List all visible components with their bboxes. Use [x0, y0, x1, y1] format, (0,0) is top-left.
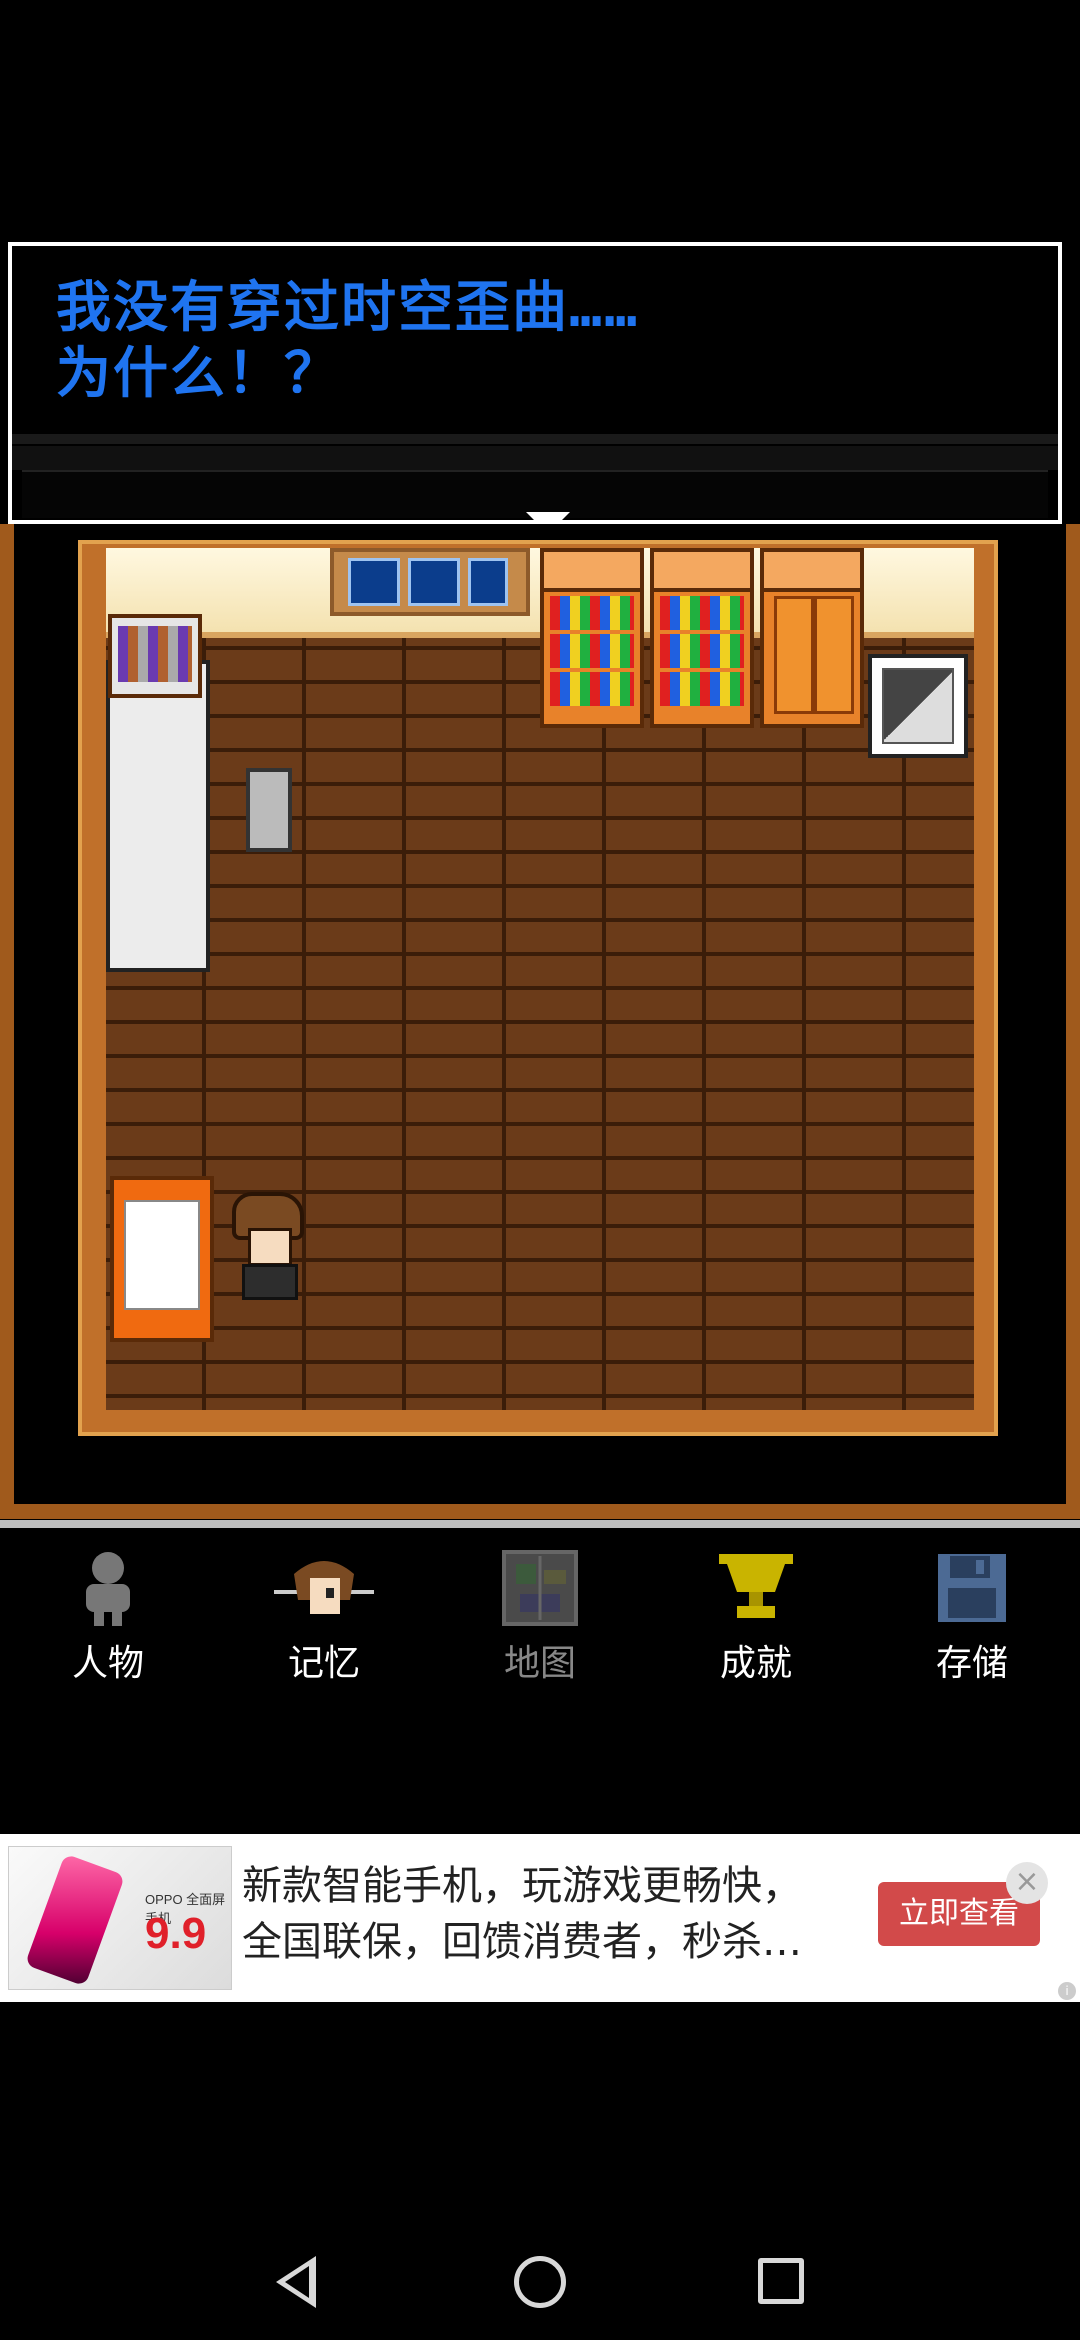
dialog-line-1: 我没有穿过时空歪曲…… — [56, 275, 640, 339]
bookshelf[interactable] — [650, 548, 754, 728]
window-pane — [408, 558, 460, 606]
divider — [0, 1520, 1080, 1528]
menu-character-button[interactable]: 人物 — [38, 1548, 178, 1688]
dialog-box[interactable]: 我没有穿过时空歪曲…… 为什么！？ — [8, 242, 1062, 534]
menu-label: 人物 — [71, 1643, 144, 1684]
book-row — [660, 596, 744, 630]
book-row — [550, 672, 634, 706]
window-pane — [348, 558, 400, 606]
map-icon — [500, 1548, 580, 1628]
book-row — [660, 634, 744, 668]
bookshelf-top — [544, 552, 640, 592]
player-character — [224, 1192, 314, 1302]
menu-label: 记忆 — [287, 1643, 360, 1684]
book-row — [118, 626, 192, 682]
menu-map-button[interactable]: 地图 — [470, 1548, 610, 1688]
recents-icon[interactable] — [758, 2258, 804, 2304]
ad-info-icon[interactable]: i — [1058, 1982, 1076, 2000]
ad-banner[interactable]: OPPO 全面屏手机 9.9 新款智能手机，玩游戏更畅快， 全国联保，回馈消费者… — [0, 1834, 1080, 2002]
bed[interactable] — [110, 1176, 214, 1342]
phone-image — [24, 1853, 126, 1987]
wardrobe-door — [774, 596, 814, 714]
book-row — [660, 672, 744, 706]
player-face — [248, 1228, 292, 1266]
book-row — [550, 596, 634, 630]
ad-text[interactable]: 新款智能手机，玩游戏更畅快， 全国联保，回馈消费者，秒杀… — [242, 1858, 802, 1970]
bookshelf[interactable] — [540, 548, 644, 728]
window-pane — [468, 558, 508, 606]
bed-sheet — [124, 1200, 200, 1310]
bookshelf-top — [654, 552, 750, 592]
ad-line-2: 全国联保，回馈消费者，秒杀… — [242, 1919, 802, 1965]
chair — [246, 768, 292, 852]
memory-icon — [274, 1548, 374, 1628]
stairs[interactable] — [868, 654, 968, 758]
back-icon-inner — [285, 2266, 309, 2298]
dialog-text: 我没有穿过时空歪曲…… 为什么！？ — [56, 274, 639, 406]
wardrobe-top — [764, 552, 860, 592]
stairs-icon — [882, 668, 954, 744]
ad-line-1: 新款智能手机，玩游戏更畅快， — [242, 1863, 802, 1909]
desk[interactable] — [106, 660, 210, 972]
wardrobe[interactable] — [760, 548, 864, 728]
home-icon[interactable] — [514, 2256, 566, 2308]
dialog-line-2: 为什么！？ — [56, 341, 342, 405]
dialog-band — [12, 434, 1058, 444]
book-row — [550, 634, 634, 668]
menu-memory-button[interactable]: 记忆 — [254, 1548, 394, 1688]
ad-image-price: 9.9 — [145, 1909, 207, 1958]
player-body — [242, 1264, 298, 1300]
save-disk-icon — [932, 1548, 1012, 1628]
dialog-band — [12, 446, 1058, 470]
close-icon[interactable]: × — [1006, 1862, 1048, 1904]
ad-image[interactable]: OPPO 全面屏手机 9.9 — [8, 1846, 232, 1990]
wardrobe-door — [814, 596, 854, 714]
dialog-band — [22, 470, 1048, 518]
menu-label: 存储 — [935, 1643, 1008, 1684]
menu-label: 地图 — [503, 1643, 576, 1684]
window — [330, 548, 530, 616]
menu-achievement-button[interactable]: 成就 — [686, 1548, 826, 1688]
character-icon — [68, 1548, 148, 1628]
desk-bookshelf[interactable] — [108, 614, 202, 698]
menu-save-button[interactable]: 存储 — [902, 1548, 1042, 1688]
trophy-icon — [716, 1548, 796, 1628]
menu-label: 成就 — [719, 1643, 792, 1684]
